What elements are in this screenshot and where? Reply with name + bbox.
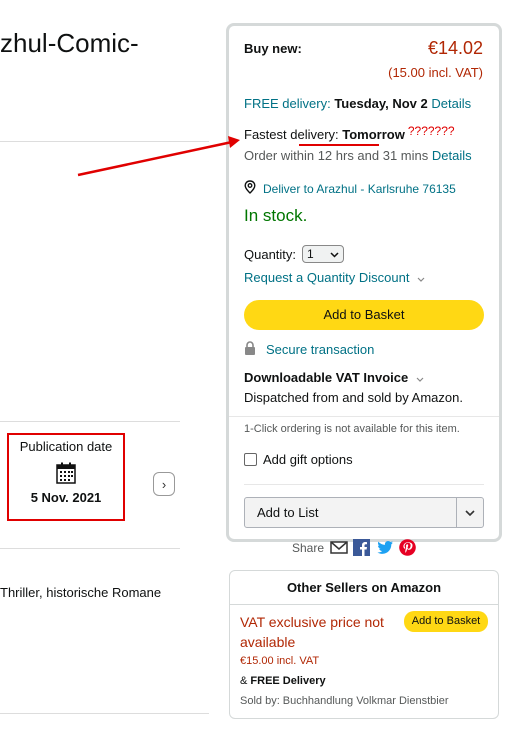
divider	[0, 548, 180, 549]
stock-status: In stock.	[244, 206, 308, 225]
seller-sold-by: Sold by: Buchhandlung Volkmar Dienstbier	[240, 695, 449, 707]
annotation-underline	[299, 144, 379, 146]
buy-box: Buy new: €14.02 (15.00 incl. VAT) FREE d…	[226, 23, 502, 542]
chevron-down-icon	[417, 270, 425, 285]
genres-text: Thriller, historische Romane	[0, 585, 162, 600]
share-row: Share	[292, 539, 416, 556]
quantity-discount-link[interactable]: Request a Quantity Discount	[244, 270, 425, 285]
publication-date-value: 5 Nov. 2021	[30, 490, 102, 505]
vat-invoice-toggle[interactable]: Downloadable VAT Invoice	[244, 370, 424, 385]
calendar-icon	[56, 462, 76, 484]
seller-free-label: FREE Delivery	[250, 675, 326, 687]
dispatched-text: Dispatched from and sold by Amazon.	[244, 390, 463, 405]
checkbox-icon	[244, 453, 257, 466]
lock-icon	[244, 341, 256, 358]
buy-new-label: Buy new:	[244, 41, 302, 56]
deliver-to-link[interactable]: Deliver to Arazhul - Karlsruhe 76135	[244, 180, 456, 197]
secure-transaction-link[interactable]: Secure transaction	[244, 341, 374, 358]
divider	[229, 416, 499, 417]
gift-options-checkbox[interactable]: Add gift options	[244, 452, 353, 467]
quantity-value: 1	[307, 247, 314, 261]
publication-date-label: Publication date	[19, 439, 113, 454]
other-sellers-panel: Other Sellers on Amazon VAT exclusive pr…	[229, 570, 499, 719]
quantity-discount-text: Request a Quantity Discount	[244, 270, 410, 285]
twitter-icon[interactable]	[376, 539, 394, 556]
fastest-delivery-value: Tomorrow	[342, 127, 405, 142]
free-delivery-date: Tuesday, Nov 2	[334, 96, 428, 111]
price-incl-vat: (15.00 incl. VAT)	[388, 65, 483, 80]
divider	[0, 421, 180, 422]
quantity-label: Quantity:	[244, 246, 297, 262]
chevron-down-icon	[416, 370, 424, 385]
divider	[0, 141, 209, 142]
gift-options-label: Add gift options	[263, 452, 353, 467]
seller-price: €15.00 incl. VAT	[240, 655, 320, 667]
one-click-note: 1-Click ordering is not available for th…	[244, 423, 460, 435]
deliver-to-text: Deliver to Arazhul - Karlsruhe 76135	[263, 181, 456, 196]
seller-vat-note: VAT exclusive price not available	[240, 614, 384, 650]
chevron-right-icon: ›	[161, 476, 167, 492]
other-sellers-heading: Other Sellers on Amazon	[230, 571, 498, 605]
secure-transaction-text: Secure transaction	[266, 342, 375, 357]
order-within-text: Order within 12 hrs and 31 mins	[244, 148, 429, 163]
product-title: zhul-Comic-	[0, 28, 139, 58]
seller-add-to-basket-button[interactable]: Add to Basket	[404, 611, 488, 632]
divider	[244, 484, 484, 485]
delivery-details-link[interactable]: Details	[431, 96, 471, 111]
fastest-delivery-row: Fastest delivery: Tomorrow???????	[244, 124, 455, 142]
add-to-list-label: Add to List	[257, 505, 319, 520]
divider	[0, 713, 209, 714]
email-icon[interactable]	[330, 539, 348, 556]
facebook-icon[interactable]	[353, 539, 371, 556]
quantity-row: Quantity: 1	[244, 245, 345, 263]
pinterest-icon[interactable]	[399, 539, 416, 556]
seller-free-delivery: & FREE Delivery	[240, 675, 326, 687]
seller-free-prefix: &	[240, 675, 251, 687]
quantity-select[interactable]: 1	[302, 245, 345, 263]
location-pin-icon	[244, 180, 256, 197]
fastest-delivery-label: Fastest delivery:	[244, 127, 343, 142]
add-to-list-button[interactable]: Add to List	[244, 497, 484, 528]
free-delivery-row: FREE delivery: Tuesday, Nov 2 Details	[244, 96, 471, 111]
annotation-question-marks: ???????	[407, 124, 455, 138]
add-to-basket-button[interactable]: Add to Basket	[244, 300, 484, 330]
chevron-down-icon[interactable]	[456, 498, 483, 527]
price: €14.02	[427, 38, 483, 58]
share-label: Share	[292, 540, 325, 555]
publication-date-card: Publication date 5 Nov. 2021	[7, 433, 125, 521]
carousel-next-button[interactable]: ›	[153, 472, 175, 496]
chevron-down-icon	[330, 247, 339, 261]
vat-invoice-label: Downloadable VAT Invoice	[244, 370, 409, 385]
order-within-row: Order within 12 hrs and 31 mins Details	[244, 148, 472, 163]
order-details-link[interactable]: Details	[432, 148, 472, 163]
free-delivery-label[interactable]: FREE delivery:	[244, 96, 334, 111]
